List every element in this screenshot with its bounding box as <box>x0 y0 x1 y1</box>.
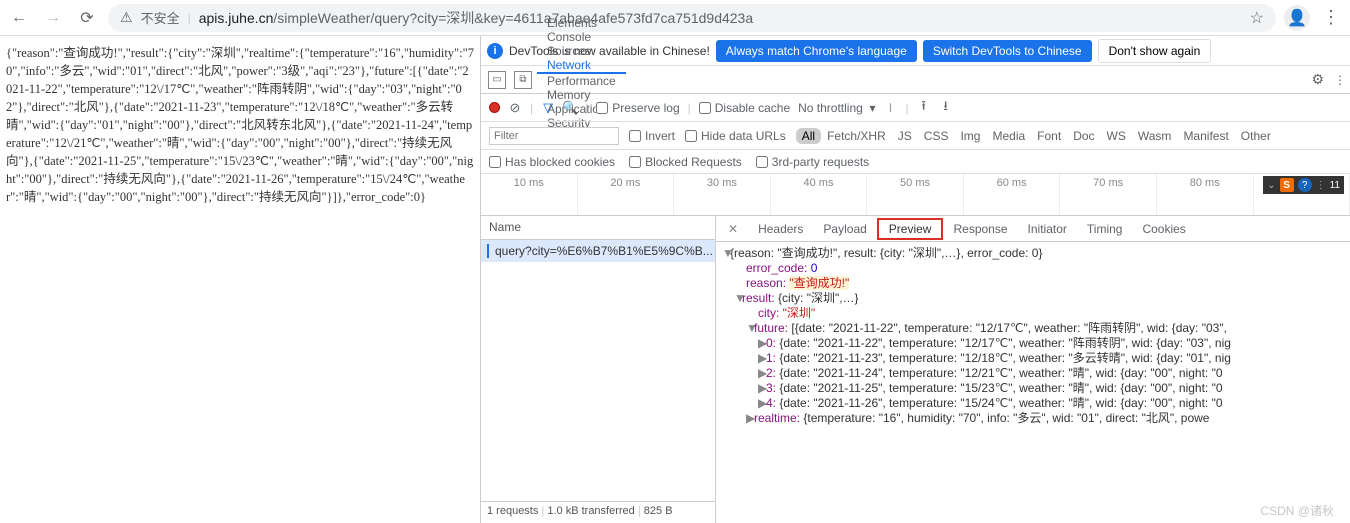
network-timeline[interactable]: 10 ms20 ms30 ms40 ms50 ms60 ms70 ms80 ms… <box>481 174 1350 216</box>
timeline-tick: 70 ms <box>1060 174 1157 215</box>
filter-type-other[interactable]: Other <box>1235 128 1277 144</box>
timeline-tick: 60 ms <box>964 174 1061 215</box>
detail-tab-headers[interactable]: Headers <box>748 220 813 238</box>
close-detail-icon[interactable]: ✕ <box>720 222 746 236</box>
switch-chinese-button[interactable]: Switch DevTools to Chinese <box>923 40 1092 62</box>
timeline-tick: 20 ms <box>578 174 675 215</box>
blocked-requests-checkbox[interactable]: Blocked Requests <box>629 155 742 169</box>
network-filter-row: Invert Hide data URLs AllFetch/XHRJSCSSI… <box>481 122 1350 150</box>
sogou-icon: S <box>1280 178 1294 192</box>
browser-menu-icon[interactable]: ⋮ <box>1318 5 1344 31</box>
wifi-icon[interactable]: ⧘ <box>884 101 898 115</box>
bookmark-icon[interactable]: ☆ <box>1250 8 1264 28</box>
network-extra-row: Has blocked cookies Blocked Requests 3rd… <box>481 150 1350 174</box>
timeline-tick: 80 ms <box>1157 174 1254 215</box>
preview-array-item[interactable]: ▶4: {date: "2021-11-26", temperature: "1… <box>722 396 1344 411</box>
throttling-select[interactable]: No throttling ▾ <box>798 101 875 115</box>
devtools-panel: i DevTools is now available in Chinese! … <box>480 36 1350 523</box>
devtools-more-icon[interactable]: ⋮ <box>1334 73 1346 87</box>
forward-button[interactable]: → <box>40 5 66 31</box>
preview-array-item[interactable]: ▶1: {date: "2021-11-23", temperature: "1… <box>722 351 1344 366</box>
timeline-tick: 50 ms <box>867 174 964 215</box>
detail-tabs: ✕ HeadersPayloadPreviewResponseInitiator… <box>716 216 1350 242</box>
info-icon: i <box>487 43 503 59</box>
filter-type-manifest[interactable]: Manifest <box>1177 128 1234 144</box>
dont-show-button[interactable]: Don't show again <box>1098 39 1212 63</box>
detail-tab-preview[interactable]: Preview <box>877 218 944 240</box>
filter-type-js[interactable]: JS <box>892 128 918 144</box>
upload-icon[interactable]: ⭱ <box>917 101 931 115</box>
request-item[interactable]: query?city=%E6%B7%B1%E5%9C%B... <box>481 240 715 262</box>
detail-tab-response[interactable]: Response <box>943 220 1017 238</box>
clear-icon[interactable]: ⊘ <box>508 101 522 115</box>
help-icon: ? <box>1298 178 1312 192</box>
browser-toolbar: ← → ⟳ ⚠ 不安全 | apis.juhe.cn/simpleWeather… <box>0 0 1350 36</box>
url-text: apis.juhe.cn/simpleWeather/query?city=深圳… <box>199 8 1242 28</box>
filter-type-fetchxhr[interactable]: Fetch/XHR <box>821 128 892 144</box>
always-match-button[interactable]: Always match Chrome's language <box>716 40 917 62</box>
warning-icon: ⚠ <box>120 9 133 26</box>
timeline-tick: 30 ms <box>674 174 771 215</box>
detail-tab-payload[interactable]: Payload <box>813 220 876 238</box>
preserve-log-checkbox[interactable]: Preserve log <box>596 101 679 115</box>
record-icon[interactable] <box>489 102 500 113</box>
panel-tab-performance[interactable]: Performance <box>537 74 626 88</box>
filter-type-all[interactable]: All <box>796 128 821 144</box>
settings-icon[interactable]: ⚙ <box>1311 71 1324 88</box>
invert-checkbox[interactable]: Invert <box>629 129 675 143</box>
filter-type-doc[interactable]: Doc <box>1067 128 1100 144</box>
panel-tab-console[interactable]: Console <box>537 30 626 44</box>
filter-type-img[interactable]: Img <box>954 128 986 144</box>
ime-badge: ⌄ S ? ⋮ 11 <box>1263 176 1344 194</box>
detail-tab-cookies[interactable]: Cookies <box>1132 220 1195 238</box>
filter-type-ws[interactable]: WS <box>1101 128 1132 144</box>
filter-icon[interactable]: ▽ <box>541 101 555 115</box>
reload-button[interactable]: ⟳ <box>74 5 100 31</box>
profile-avatar[interactable]: 👤 <box>1284 5 1310 31</box>
preview-array-item[interactable]: ▶0: {date: "2021-11-22", temperature: "1… <box>722 336 1344 351</box>
preview-array-item[interactable]: ▶3: {date: "2021-11-25", temperature: "1… <box>722 381 1344 396</box>
name-column-header[interactable]: Name <box>481 216 715 240</box>
network-toolbar: ⊘ | ▽ 🔍 | Preserve log | Disable cache N… <box>481 94 1350 122</box>
download-icon[interactable]: ⭳ <box>939 101 953 115</box>
back-button[interactable]: ← <box>6 5 32 31</box>
preview-array-item[interactable]: ▶2: {date: "2021-11-24", temperature: "1… <box>722 366 1344 381</box>
device-toggle-icon[interactable]: ⧉ <box>514 71 532 89</box>
thirdparty-checkbox[interactable]: 3rd-party requests <box>756 155 869 169</box>
timeline-tick: 40 ms <box>771 174 868 215</box>
search-icon[interactable]: 🔍 <box>563 101 577 115</box>
file-icon <box>487 244 489 258</box>
disable-cache-checkbox[interactable]: Disable cache <box>699 101 790 115</box>
page-body-raw: {"reason":"查询成功!","result":{"city":"深圳",… <box>0 36 480 523</box>
timeline-tick: 10 ms <box>481 174 578 215</box>
request-name: query?city=%E6%B7%B1%E5%9C%B... <box>495 244 713 258</box>
insecure-label: 不安全 <box>141 8 180 27</box>
devtools-tabs: ▭ ⧉ ElementsConsoleSourcesNetworkPerform… <box>481 66 1350 94</box>
panel-tab-network[interactable]: Network <box>537 58 626 74</box>
hide-data-urls-checkbox[interactable]: Hide data URLs <box>685 129 786 143</box>
panel-tab-elements[interactable]: Elements <box>537 16 626 30</box>
filter-type-wasm[interactable]: Wasm <box>1132 128 1178 144</box>
request-detail: ✕ HeadersPayloadPreviewResponseInitiator… <box>716 216 1350 523</box>
network-summary: 1 requests | 1.0 kB transferred | 825 B <box>481 501 715 523</box>
filter-input[interactable] <box>489 127 619 145</box>
filter-type-font[interactable]: Font <box>1031 128 1067 144</box>
preview-pane[interactable]: ▼{reason: "查询成功!", result: {city: "深圳",…… <box>716 242 1350 523</box>
detail-tab-timing[interactable]: Timing <box>1077 220 1133 238</box>
inspect-icon[interactable]: ▭ <box>488 71 506 89</box>
filter-type-media[interactable]: Media <box>986 128 1031 144</box>
panel-tab-sources[interactable]: Sources <box>537 44 626 58</box>
watermark: CSDN @诸秋 <box>1260 502 1334 519</box>
request-list: Name query?city=%E6%B7%B1%E5%9C%B... 1 r… <box>481 216 716 523</box>
detail-tab-initiator[interactable]: Initiator <box>1018 220 1077 238</box>
filter-type-css[interactable]: CSS <box>918 128 955 144</box>
omnibox[interactable]: ⚠ 不安全 | apis.juhe.cn/simpleWeather/query… <box>108 4 1276 32</box>
blocked-cookies-checkbox[interactable]: Has blocked cookies <box>489 155 615 169</box>
